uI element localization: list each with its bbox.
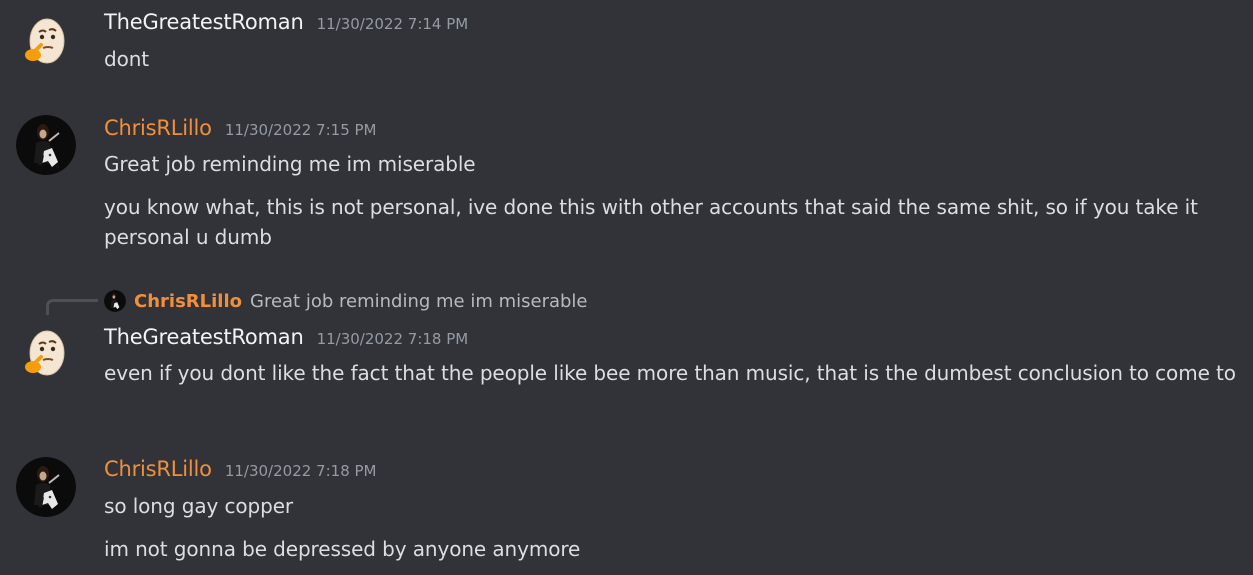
- reply-excerpt[interactable]: Great job reminding me im miserable: [250, 291, 588, 312]
- avatar-thegreatestroman[interactable]: [16, 10, 76, 70]
- avatar-chrisrlillo[interactable]: [16, 457, 76, 517]
- message-text: dont: [104, 47, 150, 71]
- guitarist-avatar-icon: [16, 115, 76, 175]
- username[interactable]: TheGreatestRoman: [104, 10, 304, 34]
- message-header: ChrisRLillo 11/30/2022 7:18 PM: [104, 457, 377, 481]
- message-text: Great job reminding me im miserable: [104, 152, 476, 176]
- reply-avatar: [104, 290, 126, 312]
- message-text: so long gay copper: [104, 494, 294, 518]
- timestamp: 11/30/2022 7:18 PM: [224, 462, 377, 480]
- avatar-thegreatestroman[interactable]: [16, 322, 76, 382]
- reply-author[interactable]: ChrisRLillo: [134, 291, 242, 312]
- message-header: TheGreatestRoman 11/30/2022 7:14 PM: [104, 10, 468, 34]
- timestamp: 11/30/2022 7:18 PM: [316, 330, 469, 348]
- message-header: TheGreatestRoman 11/30/2022 7:18 PM: [104, 325, 468, 349]
- guitarist-avatar-icon: [16, 457, 76, 517]
- avatar-chrisrlillo[interactable]: [16, 115, 76, 175]
- reply-reference[interactable]: ChrisRLillo Great job reminding me im mi…: [104, 288, 588, 314]
- timestamp: 11/30/2022 7:15 PM: [224, 121, 377, 139]
- username[interactable]: ChrisRLillo: [104, 457, 212, 481]
- message-text: even if you dont like the fact that the …: [104, 361, 1236, 385]
- username[interactable]: ChrisRLillo: [104, 116, 212, 140]
- thinking-egg-icon: [16, 322, 76, 382]
- guitarist-avatar-icon: [104, 290, 126, 312]
- timestamp: 11/30/2022 7:14 PM: [316, 15, 469, 33]
- thinking-egg-icon: [16, 10, 76, 70]
- reply-connector: [46, 299, 98, 315]
- username[interactable]: TheGreatestRoman: [104, 325, 304, 349]
- message-text: im not gonna be depressed by anyone anym…: [104, 537, 581, 561]
- message-header: ChrisRLillo 11/30/2022 7:15 PM: [104, 116, 377, 140]
- message-text: you know what, this is not personal, ive…: [104, 195, 1198, 249]
